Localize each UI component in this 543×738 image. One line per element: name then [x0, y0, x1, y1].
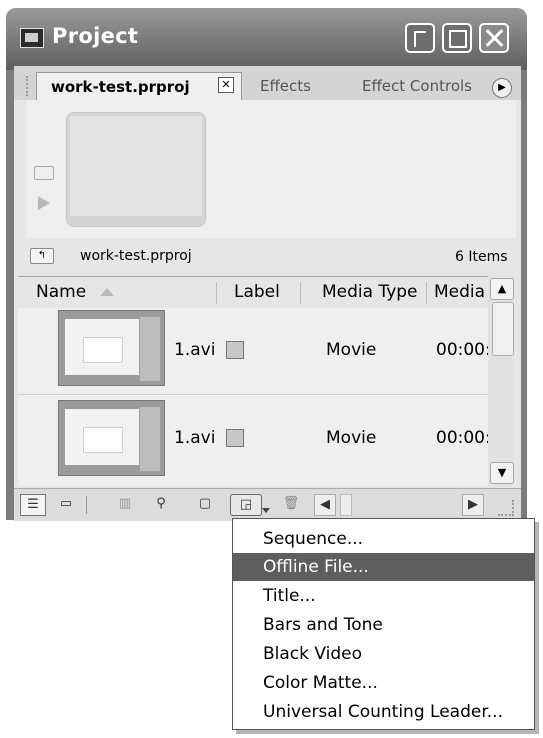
label-color-swatch[interactable] [226, 341, 244, 359]
maximize-icon[interactable] [442, 23, 472, 53]
menu-item-universal-counting-leader[interactable]: Universal Counting Leader... [233, 698, 534, 726]
horizontal-scroll-thumb[interactable] [340, 494, 352, 516]
menu-item-sequence[interactable]: Sequence... [233, 525, 534, 553]
tab-project[interactable]: work-test.prproj [36, 72, 242, 100]
column-name[interactable]: Name [36, 282, 86, 302]
panel-menu-icon[interactable]: ▶ [492, 78, 512, 98]
item-media-type: Movie [326, 340, 377, 360]
item-name[interactable]: 1.avi [174, 428, 215, 448]
camera-icon[interactable] [34, 166, 54, 180]
items-count: 6 Items [455, 249, 508, 265]
menu-item-black-video[interactable]: Black Video [233, 640, 534, 668]
automate-to-sequence-icon[interactable]: ▥ [112, 494, 138, 514]
menu-item-offline-file[interactable]: Offline File... [233, 553, 534, 581]
item-name[interactable]: 1.avi [174, 340, 215, 360]
scroll-thumb[interactable] [492, 302, 514, 356]
bottom-toolbar [14, 488, 521, 521]
scroll-left-icon[interactable]: ◀ [314, 494, 336, 516]
sort-ascending-icon [100, 288, 114, 296]
scroll-right-icon[interactable]: ▶ [462, 494, 484, 516]
column-label[interactable]: Label [234, 282, 280, 302]
resize-grip-icon[interactable] [498, 500, 514, 516]
close-icon[interactable] [479, 23, 509, 53]
label-color-swatch[interactable] [226, 429, 244, 447]
find-icon[interactable]: ⚲ [148, 494, 174, 514]
menu-item-title[interactable]: Title... [233, 582, 534, 610]
grip-icon[interactable] [26, 76, 32, 96]
toolbar-divider [86, 496, 87, 514]
column-divider[interactable] [300, 282, 301, 304]
list-view-icon[interactable]: ☰ [20, 494, 46, 516]
clip-thumbnail[interactable] [58, 400, 165, 476]
clip-thumbnail[interactable] [58, 310, 165, 386]
item-duration: 00:00:0 [436, 340, 488, 360]
row-divider [18, 394, 488, 395]
tab-effect-controls[interactable]: Effect Controls [350, 72, 495, 100]
dropdown-arrow-icon[interactable] [262, 508, 270, 513]
icon-view-icon[interactable]: ▭ [54, 494, 78, 514]
item-media-type: Movie [326, 428, 377, 448]
play-icon[interactable] [38, 196, 50, 210]
tab-effects[interactable]: Effects [248, 72, 346, 100]
column-media-duration[interactable]: Media [434, 282, 488, 302]
column-divider[interactable] [216, 282, 217, 304]
new-bin-icon[interactable]: ▢ [192, 494, 218, 514]
menu-item-color-matte[interactable]: Color Matte... [233, 669, 534, 697]
scroll-down-icon[interactable]: ▼ [490, 462, 514, 484]
column-media-type[interactable]: Media Type [322, 282, 418, 302]
column-divider[interactable] [426, 282, 427, 304]
menu-item-bars-and-tone[interactable]: Bars and Tone [233, 611, 534, 639]
new-item-button[interactable]: ◲ [230, 494, 262, 516]
trash-icon[interactable]: 🗑 [280, 494, 302, 514]
tab-close-icon[interactable]: ✕ [218, 77, 234, 93]
minimize-icon[interactable] [405, 23, 435, 53]
project-icon [20, 28, 44, 48]
item-duration: 00:00:0 [436, 428, 488, 448]
window-title: Project [52, 24, 139, 48]
scroll-up-icon[interactable]: ▲ [490, 278, 514, 300]
preview-screen [70, 116, 202, 216]
project-path: work-test.prproj [80, 248, 192, 264]
folder-up-icon[interactable]: ↰ [30, 248, 54, 264]
